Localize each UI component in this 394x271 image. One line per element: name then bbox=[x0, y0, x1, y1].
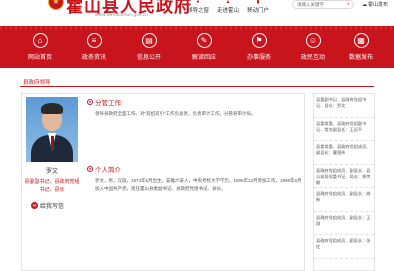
duties-text: 领导县政府全面工作。对“双招双引”工作负总责，负责审计工作。分管县审计局。 bbox=[95, 111, 256, 116]
user-icon: ● bbox=[196, 0, 200, 5]
weather-icon: ☁ bbox=[362, 1, 367, 8]
nav-label: 解读回应 bbox=[191, 55, 216, 61]
nav-item-info[interactable]: ▤ 信息公开 bbox=[124, 33, 174, 63]
home-icon: ⌂ bbox=[32, 33, 48, 48]
nav-item-service[interactable]: ⚑ 办事服务 bbox=[234, 33, 284, 63]
main-nav: ⌂ 网站首页 ≡ 政务资讯 ▤ 信息公开 ✎ 解读回应 ⚑ 办事服务 ☺ 政民互… bbox=[0, 26, 394, 68]
section-bullet-icon: ● bbox=[87, 99, 93, 105]
leader-title: 县委副书记、县政府党组书记、县长 bbox=[24, 179, 80, 193]
nav-label: 政民互动 bbox=[300, 55, 325, 61]
nav-label: 网站首页 bbox=[27, 55, 52, 61]
weather-widget[interactable]: ☁ 霍山发布 bbox=[362, 1, 389, 9]
site-url: www.ahhuoshan.gov.cn bbox=[95, 12, 149, 17]
nav-label: 办事服务 bbox=[246, 55, 271, 61]
leader-name: 罗文 bbox=[45, 169, 58, 175]
interaction-icon: ☺ bbox=[305, 33, 321, 48]
write-letter-button[interactable]: ✉ 给我写信 bbox=[31, 201, 64, 210]
news-icon: ≡ bbox=[86, 33, 102, 48]
list-item[interactable]: 县委常委、县政府党组副书记、常务副县长：王远平 bbox=[314, 118, 374, 141]
info-icon: ▤ bbox=[141, 33, 157, 48]
top-links: ● 领导之窗 ▲ 走进霍山 ▮ 移动门户 bbox=[184, 0, 274, 16]
top-link-leaders[interactable]: ● 领导之窗 bbox=[184, 0, 212, 16]
breadcrumb: 县政府领导 bbox=[20, 76, 374, 87]
bio-section: ● 个人简介 罗文，男，汉族，1974年6月出生，安徽六安人，中央党校大学学历，… bbox=[87, 164, 302, 192]
section-bullet-icon: ● bbox=[87, 166, 93, 172]
leader-profile: 罗文 县委副书记、县政府党组书记、县长 ✉ 给我写信 ● 分管工作 领导县政府全… bbox=[21, 93, 305, 271]
site-header: ★ 霍山县人民政府 www.ahhuoshan.gov.cn ● 领导之窗 ▲ … bbox=[0, 0, 394, 26]
photo-hair bbox=[41, 103, 63, 114]
nav-decoration bbox=[0, 26, 394, 30]
photo-tie bbox=[50, 136, 54, 150]
search-input[interactable] bbox=[292, 0, 354, 9]
duties-heading: ● 分管工作 bbox=[87, 97, 302, 107]
list-item[interactable]: 县委常委、县政府党组成员、副县长：曹国伟 bbox=[314, 141, 374, 165]
bio-heading: ● 个人简介 bbox=[87, 164, 302, 174]
bio-text: 罗文，男，汉族，1974年6月出生，安徽六安人，中央党校大学学历，1995年12… bbox=[95, 178, 302, 191]
interpret-icon: ✎ bbox=[196, 33, 212, 48]
top-link-label: 领导之窗 bbox=[186, 8, 209, 14]
bio-heading-text: 个人简介 bbox=[95, 167, 121, 174]
search-icon[interactable]: ⌕ bbox=[347, 1, 350, 8]
top-link-label: 走进霍山 bbox=[216, 8, 239, 14]
list-item[interactable]: 县政府党组成员、副县长：王翔 bbox=[314, 212, 374, 235]
nav-label: 政务资讯 bbox=[81, 55, 106, 61]
nav-label: 信息公开 bbox=[136, 55, 161, 61]
nav-item-interpret[interactable]: ✎ 解读回应 bbox=[179, 33, 229, 63]
leader-photo bbox=[26, 97, 78, 162]
write-letter-label: 给我写信 bbox=[40, 204, 65, 210]
national-emblem-icon: ★ bbox=[48, 0, 64, 10]
leader-list: 县委副书记、县政府党组书记、县长：罗文 县委常委、县政府党组副书记、常务副县长：… bbox=[313, 93, 375, 271]
nav-item-interaction[interactable]: ☺ 政民互动 bbox=[288, 33, 338, 63]
mobile-icon: ▮ bbox=[256, 0, 260, 5]
nav-item-data[interactable]: ▦ 数据发布 bbox=[336, 33, 386, 63]
mail-icon: ✉ bbox=[31, 202, 38, 209]
building-icon: ▲ bbox=[225, 0, 231, 5]
list-item[interactable]: 县政府党组成员、副县长、县公安局党委书记、局长：郑传献 bbox=[314, 165, 374, 188]
top-link-about[interactable]: ▲ 走进霍山 bbox=[214, 0, 242, 16]
breadcrumb-current[interactable]: 县政府领导 bbox=[23, 78, 51, 86]
service-icon: ⚑ bbox=[251, 33, 267, 48]
duties-section: ● 分管工作 领导县政府全面工作。对“双招双引”工作负总责，负责审计工作。分管县… bbox=[87, 97, 302, 118]
list-item[interactable]: 县政府党组成员、副县长：姚新 bbox=[314, 188, 374, 212]
top-link-label: 移动门户 bbox=[246, 8, 269, 14]
nav-item-home[interactable]: ⌂ 网站首页 bbox=[15, 33, 65, 63]
data-icon: ▦ bbox=[353, 33, 369, 48]
list-item[interactable]: 县政府党组成员、副县长：张红 bbox=[314, 235, 374, 259]
nav-item-news[interactable]: ≡ 政务资讯 bbox=[69, 33, 119, 63]
top-link-mobile[interactable]: ▮ 移动门户 bbox=[244, 0, 272, 16]
weather-label: 霍山发布 bbox=[368, 2, 389, 8]
nav-label: 数据发布 bbox=[348, 55, 373, 61]
duties-heading-text: 分管工作 bbox=[95, 100, 121, 107]
list-item[interactable]: 县委副书记、县政府党组书记、县长：罗文 bbox=[314, 94, 374, 118]
